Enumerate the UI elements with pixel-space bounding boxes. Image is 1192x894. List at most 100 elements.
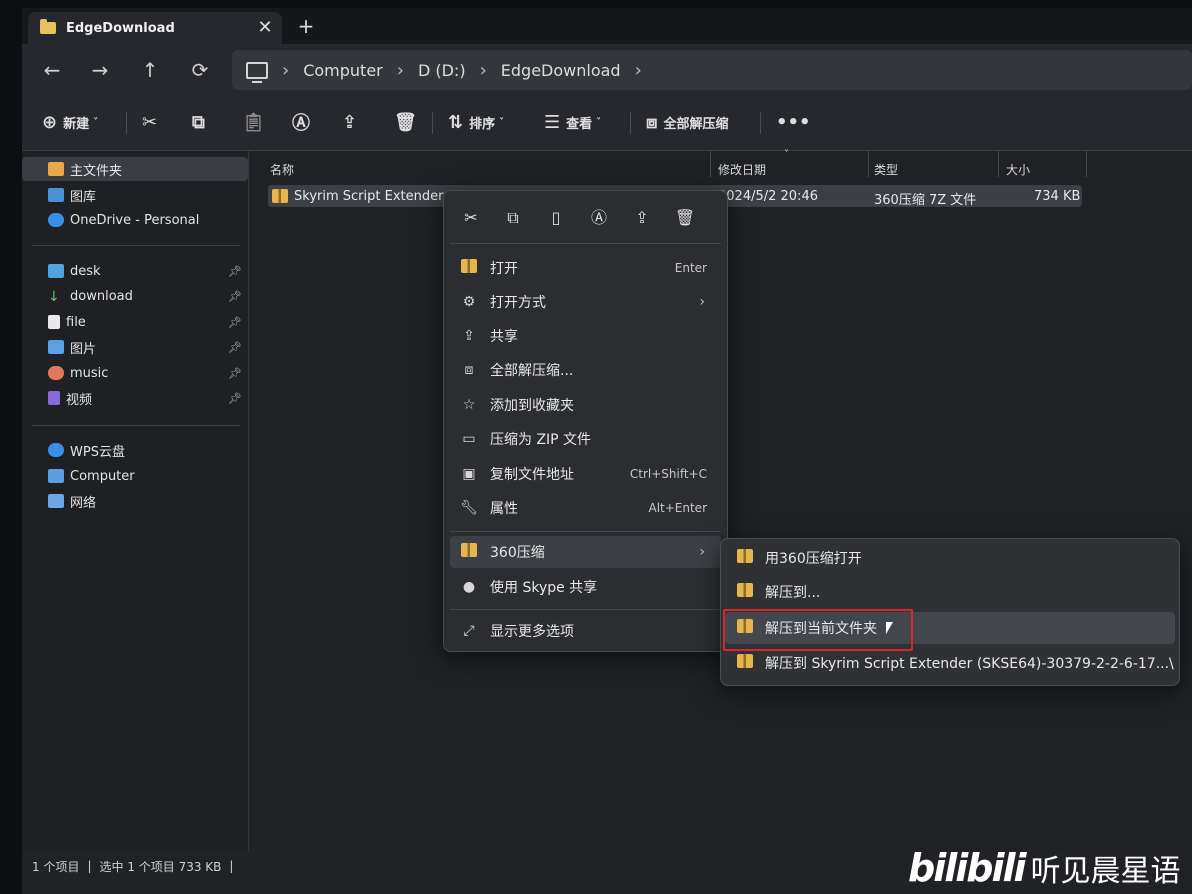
rename-icon[interactable]: Ⓐ [586, 205, 612, 231]
menu-item-360zip[interactable]: 360压缩 › [450, 536, 721, 568]
sidebar-item-computer[interactable]: Computer [22, 464, 248, 488]
menu-item-add-favorite[interactable]: ☆ 添加到收藏夹 [450, 389, 721, 421]
menu-divider [450, 531, 721, 532]
menu-item-skype-share[interactable]: ● 使用 Skype 共享 [450, 571, 721, 603]
breadcrumb-d-drive[interactable]: D (D:) [418, 61, 466, 80]
copy-icon: ⧉ [192, 111, 205, 133]
toolbar-divider [432, 112, 433, 134]
submenu-item-extract-to[interactable]: 解压到... [725, 576, 1175, 608]
column-header-name[interactable]: 名称 [270, 161, 294, 178]
column-divider[interactable] [710, 151, 711, 177]
column-header-type[interactable]: 类型 [874, 161, 898, 178]
sort-button[interactable]: ⇅ 排序 ˅ [448, 108, 504, 136]
file-size: 734 KB [1034, 189, 1081, 204]
menu-item-extract-all[interactable]: ⧈ 全部解压缩... [450, 354, 721, 386]
sidebar-item-music[interactable]: music 📌︎ [22, 361, 248, 385]
archive-icon [737, 654, 753, 672]
column-header-size[interactable]: 大小 [1006, 161, 1030, 178]
delete-button[interactable]: 🗑︎ [394, 108, 417, 136]
shortcut-label: Alt+Enter [648, 501, 707, 515]
up-button[interactable]: ↑ [136, 56, 164, 84]
mouse-cursor-icon [886, 622, 893, 634]
paste-button[interactable]: 📋︎ [242, 108, 265, 136]
breadcrumb-separator: › [634, 59, 642, 81]
pin-icon: 📌︎ [228, 340, 242, 354]
menu-item-show-more[interactable]: ⤢ 显示更多选项 [450, 615, 721, 647]
rename-button[interactable]: Ⓐ [292, 108, 310, 136]
tab-close-button[interactable]: ✕ [252, 15, 278, 41]
share-icon[interactable]: ⇪ [629, 205, 655, 231]
sidebar-item-file[interactable]: file 📌︎ [22, 310, 248, 334]
sidebar-item-videos[interactable]: 视频 📌︎ [22, 386, 248, 410]
sidebar-item-network[interactable]: 网络 [22, 489, 248, 513]
item-count: 1 个项目 [32, 859, 80, 874]
submenu-item-open-360[interactable]: 用360压缩打开 [725, 542, 1175, 574]
share-icon: ⇪ [342, 111, 358, 133]
extract-all-button[interactable]: ⧈ 全部解压缩 [646, 108, 728, 136]
file-type: 360压缩 7Z 文件 [874, 193, 977, 208]
sidebar-item-pictures[interactable]: 图片 📌︎ [22, 335, 248, 359]
new-button[interactable]: ⊕ 新建 ˅ [42, 108, 98, 136]
pin-icon: 📌︎ [228, 391, 242, 405]
tab-edgedownload[interactable]: EdgeDownload ✕ [28, 12, 282, 44]
sidebar-item-desk[interactable]: desk 📌︎ [22, 259, 248, 283]
submenu-item-extract-named[interactable]: 解压到 Skyrim Script Extender (SKSE64)-3037… [725, 647, 1175, 679]
cut-icon[interactable]: ✂ [458, 205, 484, 231]
network-icon [48, 494, 64, 508]
navigation-bar: ← → ↑ ⟳ › Computer › D (D:) › EdgeDownlo… [22, 44, 1192, 94]
chevron-right-icon: › [699, 544, 705, 560]
menu-item-properties[interactable]: 🔧︎ 属性 Alt+Enter [450, 492, 721, 524]
clipboard-icon: 📋︎ [242, 111, 265, 133]
sidebar-item-download[interactable]: ↓ download 📌︎ [22, 284, 248, 308]
sidebar-item-gallery[interactable]: 图库 [22, 183, 248, 207]
menu-item-copy-path[interactable]: ▣ 复制文件地址 Ctrl+Shift+C [450, 458, 721, 490]
wrench-icon: 🔧︎ [460, 500, 478, 516]
refresh-button[interactable]: ⟳ [186, 56, 214, 84]
menu-item-share[interactable]: ⇪ 共享 [450, 320, 721, 352]
menu-item-compress-zip[interactable]: ▭ 压缩为 ZIP 文件 [450, 423, 721, 455]
menu-item-open[interactable]: 打开 Enter [450, 252, 721, 284]
breadcrumb-edgedownload[interactable]: EdgeDownload [501, 61, 621, 80]
command-bar: ⊕ 新建 ˅ ✂ ⧉ 📋︎ Ⓐ ⇪ 🗑︎ ⇅ 排序 ˅ ☰ 查看 ˅ ⧈ 全部解… [22, 94, 1192, 151]
toolbar-divider [126, 112, 127, 134]
tab-title: EdgeDownload [66, 20, 175, 36]
file-modified: 2024/5/2 20:46 [718, 189, 818, 204]
shortcut-label: Ctrl+Shift+C [629, 467, 707, 481]
cut-button[interactable]: ✂ [142, 108, 157, 136]
address-bar[interactable]: › Computer › D (D:) › EdgeDownload › [232, 50, 1192, 90]
share-icon: ⇪ [463, 328, 475, 344]
column-divider[interactable] [868, 151, 869, 177]
more-options-button[interactable]: ••• [776, 108, 811, 136]
forward-button[interactable]: → [86, 56, 114, 84]
column-header-modified[interactable]: 修改日期 [718, 161, 766, 178]
pin-icon: 📌︎ [228, 289, 242, 303]
rename-icon: Ⓐ [292, 113, 310, 134]
breadcrumb-computer[interactable]: Computer [303, 61, 383, 80]
shortcut-label: Enter [674, 261, 707, 275]
paste-icon[interactable]: ▯ [543, 205, 569, 231]
column-divider[interactable] [1086, 151, 1087, 177]
sidebar-item-wps[interactable]: WPS云盘 [22, 438, 248, 462]
watermark-text: 听见晨星语 [1030, 854, 1181, 889]
column-divider[interactable] [998, 151, 999, 177]
breadcrumb-separator: › [396, 59, 404, 81]
new-tab-button[interactable]: + [292, 14, 320, 40]
pin-icon: 📌︎ [228, 315, 242, 329]
view-button[interactable]: ☰ 查看 ˅ [544, 108, 601, 136]
menu-item-open-with[interactable]: ⚙ 打开方式 › [450, 286, 721, 318]
sidebar-item-home[interactable]: 主文件夹 [22, 157, 248, 181]
cloud-icon [48, 213, 64, 227]
copy-button[interactable]: ⧉ [192, 108, 205, 136]
cloud-icon [48, 443, 64, 457]
status-separator: | [229, 859, 234, 873]
selection-info: 选中 1 个项目 733 KB [99, 859, 222, 874]
delete-icon[interactable]: 🗑︎ [672, 205, 698, 231]
archive-icon [737, 549, 753, 567]
share-button[interactable]: ⇪ [342, 108, 357, 136]
copy-icon[interactable]: ⧉ [500, 205, 526, 231]
back-button[interactable]: ← [38, 56, 66, 84]
chevron-right-icon: › [699, 294, 705, 310]
zip-folder-icon: ▭ [462, 431, 476, 447]
sidebar-item-onedrive[interactable]: OneDrive - Personal [22, 208, 248, 232]
video-icon [48, 391, 60, 405]
